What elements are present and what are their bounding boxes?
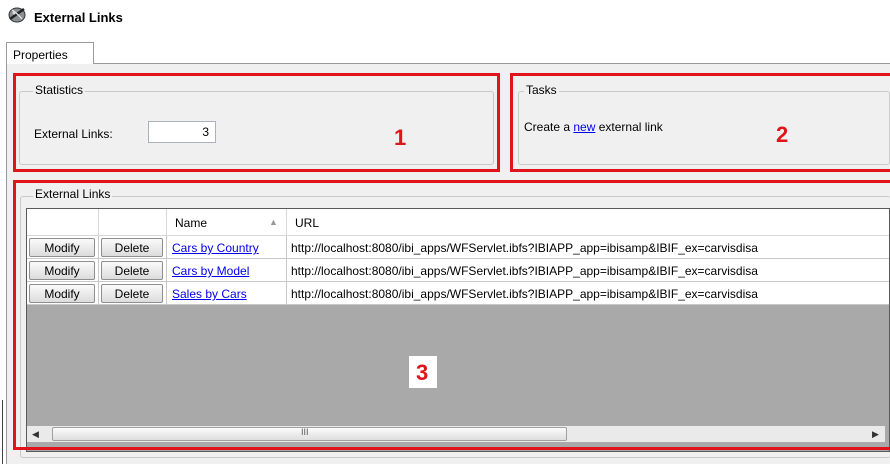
left-divider [2,400,3,464]
external-links-icon [6,4,28,24]
annotation-label-2: 2 [776,122,789,147]
tab-properties-label: Properties [13,48,68,62]
annotation-label-1: 1 [394,125,407,150]
annotation-box-1 [13,73,500,172]
tab-properties[interactable]: Properties [6,42,94,64]
annotation-box-3 [13,180,890,450]
annotation-box-2 [510,73,890,172]
window-title: External Links [34,10,123,25]
annotation-label-3: 3 [416,360,429,385]
